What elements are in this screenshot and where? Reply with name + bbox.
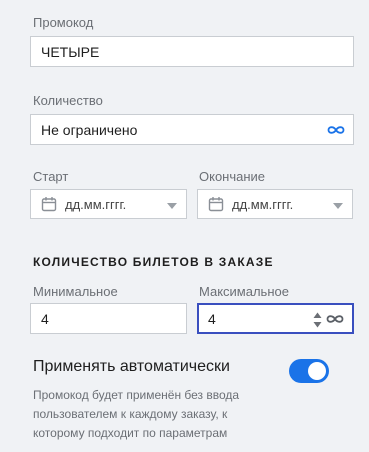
- end-label: Окончание: [199, 169, 266, 184]
- chevron-down-icon[interactable]: [333, 203, 343, 209]
- max-tickets-input[interactable]: 4: [197, 303, 354, 334]
- auto-apply-toggle[interactable]: [289, 359, 329, 383]
- infinity-icon[interactable]: [326, 313, 344, 325]
- end-date-value: дд.мм.гггг.: [232, 196, 294, 212]
- auto-apply-title: Применять автоматически: [33, 358, 230, 375]
- tickets-section-title: КОЛИЧЕСТВО БИЛЕТОВ В ЗАКАЗЕ: [33, 255, 274, 269]
- auto-apply-description: Промокод будет применён без ввода пользо…: [33, 388, 240, 440]
- end-date-input[interactable]: дд.мм.гггг.: [197, 189, 353, 219]
- promo-label: Промокод: [33, 15, 94, 30]
- toggle-knob: [308, 362, 326, 380]
- promo-input[interactable]: ЧЕТЫРЕ: [30, 36, 354, 67]
- min-label: Минимальное: [33, 284, 118, 299]
- promo-value: ЧЕТЫРЕ: [41, 43, 100, 60]
- quantity-value: Не ограничено: [41, 121, 138, 138]
- infinity-icon[interactable]: [327, 124, 345, 136]
- max-tickets-value: 4: [208, 310, 216, 327]
- quantity-label: Количество: [33, 93, 103, 108]
- min-tickets-value: 4: [41, 310, 49, 327]
- chevron-down-icon[interactable]: [167, 203, 177, 209]
- max-label: Максимальное: [199, 284, 289, 299]
- min-tickets-input[interactable]: 4: [30, 303, 187, 334]
- calendar-icon: [208, 197, 224, 212]
- start-date-input[interactable]: дд.мм.гггг.: [30, 189, 187, 219]
- spinner-arrows-icon[interactable]: [313, 311, 322, 329]
- calendar-icon: [41, 197, 57, 212]
- start-date-value: дд.мм.гггг.: [65, 196, 127, 212]
- quantity-input[interactable]: Не ограничено: [30, 114, 354, 145]
- start-label: Старт: [33, 169, 69, 184]
